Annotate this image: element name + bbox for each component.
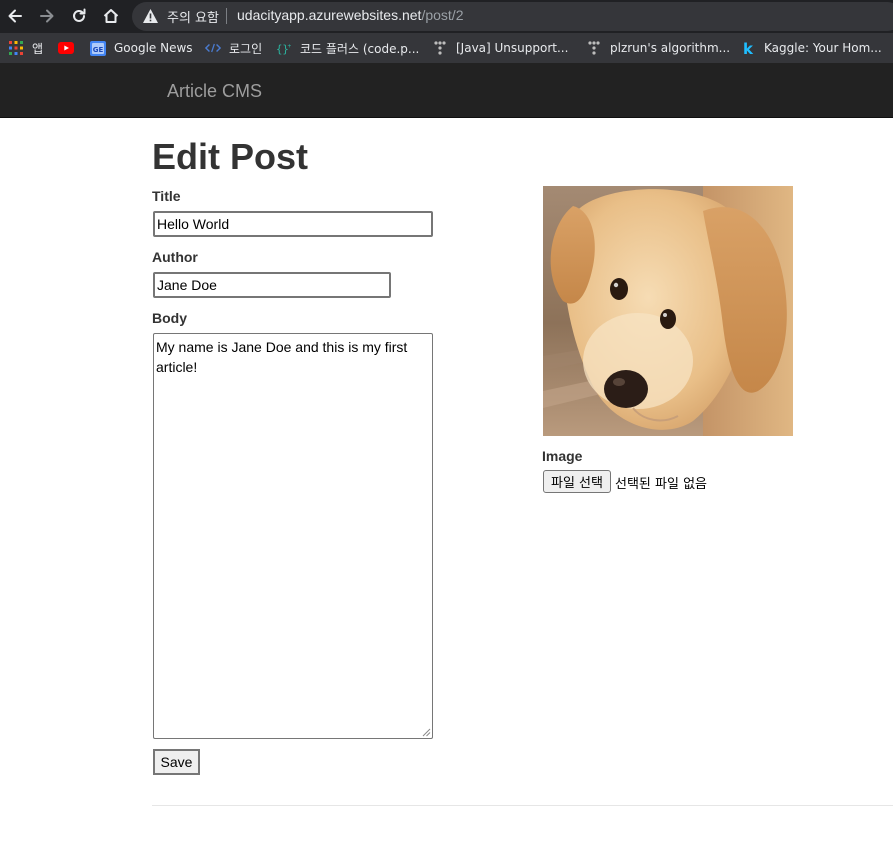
bookmark-youtube[interactable] bbox=[58, 40, 82, 56]
tree-icon bbox=[586, 40, 602, 56]
bookmark-label: Kaggle: Your Hom... bbox=[764, 41, 882, 55]
bookmark-label: 앱 bbox=[32, 41, 44, 56]
security-status-text[interactable]: 주의 요함 bbox=[167, 7, 219, 26]
omnibox-separator bbox=[226, 8, 227, 24]
title-input[interactable] bbox=[153, 211, 433, 237]
body-label: Body bbox=[152, 310, 187, 326]
file-status-text: 선택된 파일 없음 bbox=[615, 477, 707, 492]
warning-triangle-icon[interactable] bbox=[142, 8, 159, 24]
body-textarea[interactable]: My name is Jane Doe and this is my first… bbox=[153, 333, 433, 739]
google-news-icon: GE bbox=[90, 40, 106, 56]
url-path: /post/2 bbox=[421, 7, 464, 23]
kaggle-icon: k bbox=[740, 40, 756, 56]
image-label: Image bbox=[542, 448, 583, 464]
resize-grip-icon[interactable] bbox=[421, 727, 431, 737]
bookmark-java-unsupported[interactable]: [Java] Unsupport... bbox=[432, 40, 568, 56]
back-button[interactable] bbox=[3, 4, 27, 28]
reload-icon bbox=[73, 8, 86, 22]
bookmark-google-news[interactable]: GE Google News bbox=[90, 40, 193, 56]
forward-arrow-icon bbox=[40, 9, 54, 23]
home-icon bbox=[103, 9, 119, 23]
post-image bbox=[543, 186, 793, 436]
reload-button[interactable] bbox=[67, 4, 91, 28]
puppy-picture bbox=[543, 186, 793, 436]
back-arrow-icon bbox=[8, 9, 22, 23]
bookmark-label: [Java] Unsupport... bbox=[456, 41, 569, 55]
svg-text:k: k bbox=[743, 41, 754, 56]
author-input[interactable] bbox=[153, 272, 391, 298]
code-plus-icon: {} + bbox=[276, 40, 292, 56]
author-label: Author bbox=[152, 249, 198, 265]
bookmark-plzrun[interactable]: plzrun's algorithm... bbox=[586, 40, 730, 56]
bookmark-kaggle[interactable]: k Kaggle: Your Hom... bbox=[740, 40, 882, 56]
bookmarks-bar: 앱 GE Google News 로그인 {} + 코드 플러스 (code.p… bbox=[0, 33, 893, 63]
youtube-icon bbox=[58, 40, 74, 56]
bookmark-label: 로그인 bbox=[229, 41, 263, 56]
home-button[interactable] bbox=[99, 4, 123, 28]
choose-file-button[interactable]: 파일 선택 bbox=[543, 470, 611, 493]
svg-text:GE: GE bbox=[93, 46, 104, 54]
bookmark-login[interactable]: 로그인 bbox=[205, 40, 262, 56]
bookmark-label: 코드 플러스 (code.p... bbox=[300, 41, 420, 56]
save-button[interactable]: Save bbox=[153, 749, 200, 775]
apps-grid-icon bbox=[8, 40, 24, 56]
footer-divider bbox=[152, 805, 893, 806]
svg-text:+: + bbox=[288, 43, 292, 50]
browser-toolbar: 주의 요함 udacityapp.azurewebsites.net/post/… bbox=[0, 0, 893, 33]
code-brackets-icon bbox=[205, 40, 221, 56]
site-navbar: Article CMS bbox=[0, 63, 893, 118]
url-host: udacityapp.azurewebsites.net bbox=[237, 7, 422, 23]
tree-icon bbox=[432, 40, 448, 56]
bookmark-label: plzrun's algorithm... bbox=[610, 41, 731, 55]
bookmark-apps[interactable]: 앱 bbox=[8, 40, 43, 56]
page-title: Edit Post bbox=[152, 136, 309, 177]
url-text[interactable]: udacityapp.azurewebsites.net/post/2 bbox=[237, 7, 463, 23]
bookmark-label: Google News bbox=[114, 41, 193, 55]
forward-button[interactable] bbox=[35, 4, 59, 28]
bookmark-code-plus[interactable]: {} + 코드 플러스 (code.p... bbox=[276, 40, 419, 56]
brand-link[interactable]: Article CMS bbox=[167, 81, 262, 102]
title-label: Title bbox=[152, 188, 181, 204]
